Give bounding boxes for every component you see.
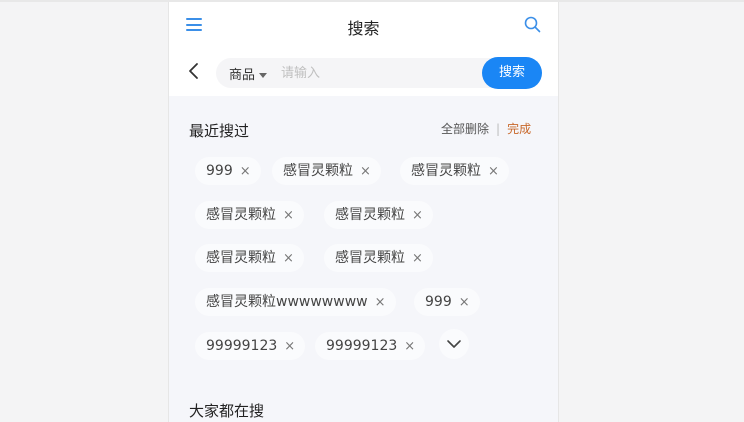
chevron-down-icon (447, 340, 461, 348)
page-title: 搜索 (347, 19, 380, 38)
remove-icon[interactable]: × (488, 164, 499, 179)
history-chip-label: 999 (206, 163, 233, 179)
history-chip-label: 感冒灵颗粒 (335, 250, 405, 266)
recent-searches-title: 最近搜过 (189, 122, 250, 140)
history-chip[interactable]: 999 × (414, 288, 480, 316)
remove-icon[interactable]: × (412, 251, 423, 266)
remove-icon[interactable]: × (284, 339, 295, 354)
remove-icon[interactable]: × (360, 164, 371, 179)
search-bar: 商品 搜索 (169, 48, 558, 96)
remove-icon[interactable]: × (283, 251, 294, 266)
history-chip-label: 感冒灵颗粒 (335, 207, 405, 223)
history-chip[interactable]: 感冒灵颗粒 × (324, 201, 433, 229)
action-separator: | (496, 122, 501, 136)
history-chip-label: 99999123 (206, 338, 278, 354)
history-chip-label: 感冒灵颗粒 (206, 207, 276, 223)
remove-icon[interactable]: × (375, 295, 386, 310)
back-arrow-icon[interactable] (186, 62, 200, 80)
nav-bar: 搜索 (169, 2, 558, 48)
category-dropdown[interactable]: 商品 (229, 64, 268, 83)
category-label: 商品 (229, 68, 256, 83)
history-chip[interactable]: 感冒灵颗粒wwwwwwww × (195, 288, 396, 316)
popular-searches-title: 大家都在搜 (189, 402, 265, 420)
history-chip[interactable]: 感冒灵颗粒 × (195, 201, 304, 229)
remove-icon[interactable]: × (412, 208, 423, 223)
caret-down-icon (259, 73, 268, 78)
history-chip[interactable]: 感冒灵颗粒 × (272, 157, 381, 185)
remove-icon[interactable]: × (459, 295, 470, 310)
search-icon[interactable] (524, 16, 541, 33)
history-chip[interactable]: 99999123 × (315, 332, 426, 360)
history-chip[interactable]: 感冒灵颗粒 × (400, 157, 509, 185)
history-chip-label: 999 (425, 294, 452, 310)
delete-all-button[interactable]: 全部删除 (441, 122, 489, 136)
remove-icon[interactable]: × (404, 339, 415, 354)
search-button[interactable]: 搜索 (482, 57, 542, 89)
search-input[interactable] (281, 63, 471, 83)
history-chip[interactable]: 感冒灵颗粒 × (324, 244, 433, 272)
history-chip[interactable]: 感冒灵颗粒 × (195, 244, 304, 272)
done-button[interactable]: 完成 (507, 122, 531, 136)
expand-button[interactable] (439, 329, 469, 359)
remove-icon[interactable]: × (283, 208, 294, 223)
history-chip-label: 感冒灵颗粒wwwwwwww (206, 294, 368, 310)
recent-actions: 全部删除 | 完成 (441, 120, 531, 137)
history-chip-label: 感冒灵颗粒 (206, 250, 276, 266)
history-chip-label: 感冒灵颗粒 (411, 163, 481, 179)
history-chip-label: 感冒灵颗粒 (283, 163, 353, 179)
history-chip[interactable]: 99999123 × (195, 332, 306, 360)
history-chip[interactable]: 999 × (195, 157, 261, 185)
history-chip-label: 99999123 (326, 338, 398, 354)
remove-icon[interactable]: × (240, 164, 251, 179)
search-page: 搜索 商品 搜索 最近搜过 全部删除 | 完成 999 × 感冒灵颗粒 × 感冒灵颗粒 ×… (168, 2, 559, 422)
